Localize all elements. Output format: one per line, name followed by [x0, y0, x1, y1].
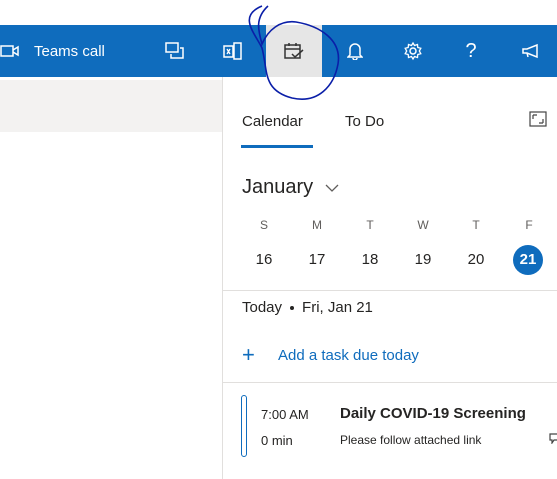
- apps-icon: [223, 42, 243, 60]
- megaphone-icon: [521, 43, 541, 59]
- weekday-label: S: [259, 218, 268, 232]
- chevron-down-icon: [313, 176, 339, 199]
- event-duration: 0 min: [261, 433, 293, 448]
- tab-calendar[interactable]: Calendar: [242, 113, 303, 130]
- active-tab-indicator: [241, 145, 313, 148]
- add-task-label: Add a task due today: [278, 346, 419, 364]
- today-header: Today Fri, Jan 21: [242, 299, 373, 316]
- calendar-day[interactable]: 16: [249, 245, 279, 275]
- notifications-button[interactable]: [330, 25, 380, 77]
- add-task-button[interactable]: + Add a task due today: [242, 342, 419, 367]
- section-divider: [223, 382, 557, 383]
- settings-button[interactable]: [388, 25, 438, 77]
- expand-button[interactable]: [529, 111, 547, 132]
- bell-icon: [347, 42, 363, 60]
- chat-icon: [165, 42, 185, 60]
- calendar-day[interactable]: 20: [461, 245, 491, 275]
- main-pane-header: [0, 80, 222, 132]
- calendar-day[interactable]: 19: [408, 245, 438, 275]
- weekday-label: T: [366, 218, 374, 232]
- gear-icon: [403, 41, 423, 61]
- main-pane: [0, 77, 222, 479]
- chat-icon[interactable]: [549, 431, 557, 449]
- top-toolbar: Teams call ?: [0, 25, 557, 77]
- today-label: Today: [242, 299, 283, 316]
- month-label: January: [242, 176, 314, 198]
- teams-call-label: Teams call: [34, 42, 105, 60]
- event-color-bar: [241, 395, 247, 457]
- plus-icon: +: [242, 342, 255, 367]
- feedback-button[interactable]: [504, 25, 557, 77]
- my-day-button[interactable]: [266, 25, 322, 77]
- calendar-day[interactable]: 17: [302, 245, 332, 275]
- section-divider: [223, 290, 557, 291]
- month-picker[interactable]: January: [242, 176, 339, 199]
- tab-todo[interactable]: To Do: [345, 113, 384, 130]
- calendar-day-today[interactable]: 21: [513, 245, 543, 275]
- weekday-label: W: [417, 218, 429, 232]
- expand-icon: [529, 111, 547, 131]
- weekday-label: M: [312, 218, 322, 232]
- my-day-panel: Calendar To Do January S M T W T F 16 17…: [223, 77, 557, 479]
- apps-button[interactable]: [208, 25, 258, 77]
- event-subtitle: Please follow attached link: [340, 433, 482, 447]
- calendar-event[interactable]: 7:00 AM 0 min Daily COVID-19 Screening P…: [241, 395, 557, 459]
- calendar-day[interactable]: 18: [355, 245, 385, 275]
- help-icon: ?: [465, 39, 477, 62]
- weekday-label: T: [472, 218, 480, 232]
- chat-button[interactable]: [150, 25, 200, 77]
- help-button[interactable]: ?: [446, 25, 496, 77]
- weekday-label: F: [525, 218, 533, 232]
- calendar-check-icon: [284, 42, 304, 60]
- event-title: Daily COVID-19 Screening: [340, 405, 526, 422]
- video-icon: [0, 44, 20, 58]
- date-label: Fri, Jan 21: [302, 299, 373, 316]
- separator-dot: [290, 305, 295, 310]
- teams-call-button[interactable]: Teams call: [0, 25, 140, 77]
- event-time: 7:00 AM: [261, 407, 309, 422]
